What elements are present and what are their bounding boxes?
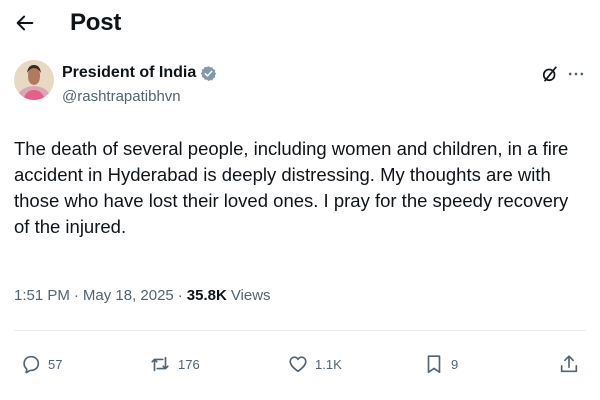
repost-button[interactable]: 176 — [148, 346, 200, 382]
grok-icon — [542, 66, 557, 82]
bookmark-icon — [427, 355, 441, 374]
repost-count: 176 — [178, 356, 200, 372]
like-icon — [289, 356, 307, 373]
like-button[interactable]: 1.1K — [287, 346, 342, 382]
avatar[interactable] — [14, 60, 54, 100]
arrow-left-icon — [16, 15, 34, 31]
profile-photo — [14, 60, 54, 100]
bookmark-count: 9 — [451, 356, 459, 372]
author-name-row: President of India — [62, 64, 217, 82]
share-button[interactable] — [558, 346, 580, 382]
repost-icon — [151, 356, 169, 372]
bookmark-button[interactable]: 9 — [423, 346, 458, 382]
divider — [14, 330, 586, 331]
reply-count: 57 — [48, 356, 63, 372]
post-meta: 1:51 PM · May 18, 2025 · 35.8K Views — [14, 287, 271, 304]
page-title: Post — [70, 9, 122, 36]
post-author: President of India @rashtrapatibhvn — [14, 60, 586, 116]
grok-button[interactable] — [538, 62, 562, 86]
share-icon — [560, 355, 578, 373]
post-time[interactable]: 1:51 PM — [14, 287, 70, 304]
post-page: Post President of India @rashtrapatibhvn — [0, 0, 600, 400]
views-label: Views — [230, 287, 271, 304]
author-handle[interactable]: @rashtrapatibhvn — [62, 88, 181, 105]
post-date[interactable]: May 18, 2025 — [83, 287, 174, 304]
meta-separator: · — [177, 287, 183, 304]
like-count: 1.1K — [315, 356, 342, 372]
action-bar: 57 176 1.1K 9 — [14, 346, 586, 382]
more-options-button[interactable] — [564, 62, 588, 86]
reply-icon — [23, 355, 40, 374]
reply-button[interactable]: 57 — [20, 346, 62, 382]
meta-separator: · — [73, 287, 79, 304]
more-horizontal-icon — [568, 72, 584, 76]
back-button[interactable] — [10, 8, 40, 38]
post-text: The death of several people, including w… — [14, 138, 569, 237]
author-name[interactable]: President of India — [62, 64, 196, 82]
top-bar: Post — [0, 0, 600, 48]
views-count: 35.8K — [186, 287, 227, 304]
verified-badge-icon — [200, 65, 217, 82]
